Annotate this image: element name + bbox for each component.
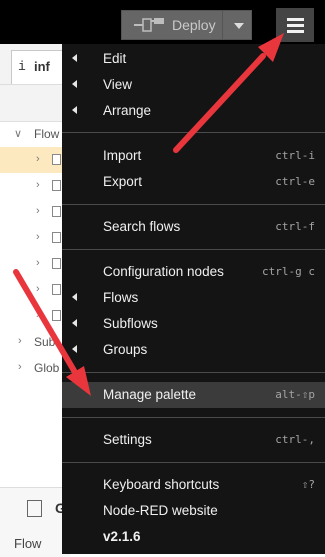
deploy-divider xyxy=(222,11,223,39)
flow-icon xyxy=(52,154,61,165)
menu-item-label: Manage palette xyxy=(103,387,197,402)
chevron-right-icon: › xyxy=(36,205,40,217)
menu-item-label: Arrange xyxy=(103,103,152,118)
deploy-label: Deploy xyxy=(172,17,216,33)
tree-row-flows[interactable]: ∨ Flow xyxy=(0,121,70,147)
menu-item-shortcut: ctrl-g c xyxy=(262,265,315,278)
flow-icon xyxy=(52,284,61,295)
flow-icon xyxy=(52,180,61,191)
menu-item-label: View xyxy=(103,77,133,92)
tree-row-label: Sub xyxy=(34,335,56,349)
menu-item-shortcut: ctrl-, xyxy=(275,433,315,446)
main-dropdown-menu: Edit View Arrange Import ctrl-i Export c… xyxy=(62,44,325,554)
tree-row[interactable]: › xyxy=(0,277,70,303)
menu-item-label: Groups xyxy=(103,342,148,357)
tree-row-subflows[interactable]: › Sub xyxy=(0,329,70,355)
tree-row[interactable]: › xyxy=(0,303,70,329)
menu-item-label: Flows xyxy=(103,290,139,305)
menu-item-label: Node-RED website xyxy=(103,503,218,518)
flow-icon xyxy=(52,206,61,217)
flow-icon xyxy=(52,232,61,243)
menu-item-edit[interactable]: Edit xyxy=(62,46,325,72)
menu-item-node-red-website[interactable]: Node-RED website xyxy=(62,498,325,524)
chevron-right-icon: › xyxy=(36,153,40,165)
tree-row[interactable]: › xyxy=(0,173,70,199)
chevron-right-icon: › xyxy=(36,179,40,191)
chevron-left-icon xyxy=(72,80,77,88)
sidebar-toolbar xyxy=(0,85,70,122)
menu-item-label: Import xyxy=(103,148,142,163)
flow-icon xyxy=(27,500,42,517)
menu-item-shortcut: ctrl-i xyxy=(275,149,315,162)
menu-divider xyxy=(62,462,325,463)
chevron-left-icon xyxy=(72,106,77,114)
flow-tree: ∨ Flow › › › › › › › › Sub › Glob xyxy=(0,121,70,381)
chevron-right-icon: › xyxy=(36,309,40,321)
menu-divider xyxy=(62,372,325,373)
menu-item-export[interactable]: Export ctrl-e xyxy=(62,169,325,195)
chevron-left-icon xyxy=(72,293,77,301)
flow-icon xyxy=(52,258,61,269)
top-header: Deploy xyxy=(0,0,325,44)
tree-row[interactable]: › xyxy=(0,225,70,251)
menu-item-label: Export xyxy=(103,174,143,189)
menu-item-label: Subflows xyxy=(103,316,158,331)
tree-row-label: Flow xyxy=(34,127,60,141)
tree-row[interactable]: › xyxy=(0,251,70,277)
chevron-left-icon xyxy=(72,54,77,62)
chevron-down-icon: ∨ xyxy=(14,128,23,140)
tree-row[interactable]: › xyxy=(0,147,70,173)
tree-row-global[interactable]: › Glob xyxy=(0,355,70,381)
chevron-right-icon: › xyxy=(36,257,40,269)
chevron-left-icon xyxy=(72,319,77,327)
menu-item-shortcut: ctrl-e xyxy=(275,175,315,188)
menu-divider xyxy=(62,249,325,250)
menu-item-view[interactable]: View xyxy=(62,72,325,98)
bottom-panel-flow-label: Flow xyxy=(14,536,42,551)
chevron-left-icon xyxy=(72,345,77,353)
menu-item-keyboard-shortcuts[interactable]: Keyboard shortcuts ⇧? xyxy=(62,472,325,498)
info-icon: i xyxy=(18,59,26,74)
chevron-down-icon[interactable] xyxy=(234,23,244,29)
tree-row-label: Glob xyxy=(34,361,60,375)
menu-item-subflows[interactable]: Subflows xyxy=(62,311,325,337)
menu-item-import[interactable]: Import ctrl-i xyxy=(62,143,325,169)
menu-item-label: v2.1.6 xyxy=(103,529,141,544)
flow-icon xyxy=(52,310,61,321)
sidebar-bottom-panel: G Flow xyxy=(0,487,70,557)
deploy-button[interactable]: Deploy xyxy=(121,10,252,40)
menu-item-label: Settings xyxy=(103,432,152,447)
menu-item-label: Edit xyxy=(103,51,127,66)
tree-row[interactable]: › xyxy=(0,199,70,225)
menu-item-flows[interactable]: Flows xyxy=(62,285,325,311)
chevron-right-icon: › xyxy=(36,283,40,295)
menu-item-label: Keyboard shortcuts xyxy=(103,477,220,492)
deploy-icon xyxy=(134,18,164,32)
menu-item-configuration-nodes[interactable]: Configuration nodes ctrl-g c xyxy=(62,259,325,285)
menu-divider xyxy=(62,204,325,205)
menu-item-search-flows[interactable]: Search flows ctrl-f xyxy=(62,214,325,240)
chevron-right-icon: › xyxy=(18,335,22,347)
menu-item-label: Configuration nodes xyxy=(103,264,224,279)
tab-info-label: inf xyxy=(34,59,50,74)
menu-item-groups[interactable]: Groups xyxy=(62,337,325,363)
menu-item-label: Search flows xyxy=(103,219,181,234)
menu-divider xyxy=(62,417,325,418)
hamburger-icon xyxy=(287,18,304,21)
menu-item-shortcut: ⇧? xyxy=(301,478,315,491)
menu-item-version: v2.1.6 xyxy=(62,524,325,550)
main-menu-button[interactable] xyxy=(276,8,314,42)
menu-item-shortcut: ctrl-f xyxy=(275,220,315,233)
menu-item-manage-palette[interactable]: Manage palette alt-⇧p xyxy=(62,382,325,408)
chevron-right-icon: › xyxy=(36,231,40,243)
menu-item-arrange[interactable]: Arrange xyxy=(62,98,325,124)
menu-divider xyxy=(62,132,325,133)
chevron-right-icon: › xyxy=(18,361,22,373)
menu-item-settings[interactable]: Settings ctrl-, xyxy=(62,427,325,453)
menu-item-shortcut: alt-⇧p xyxy=(275,388,315,401)
